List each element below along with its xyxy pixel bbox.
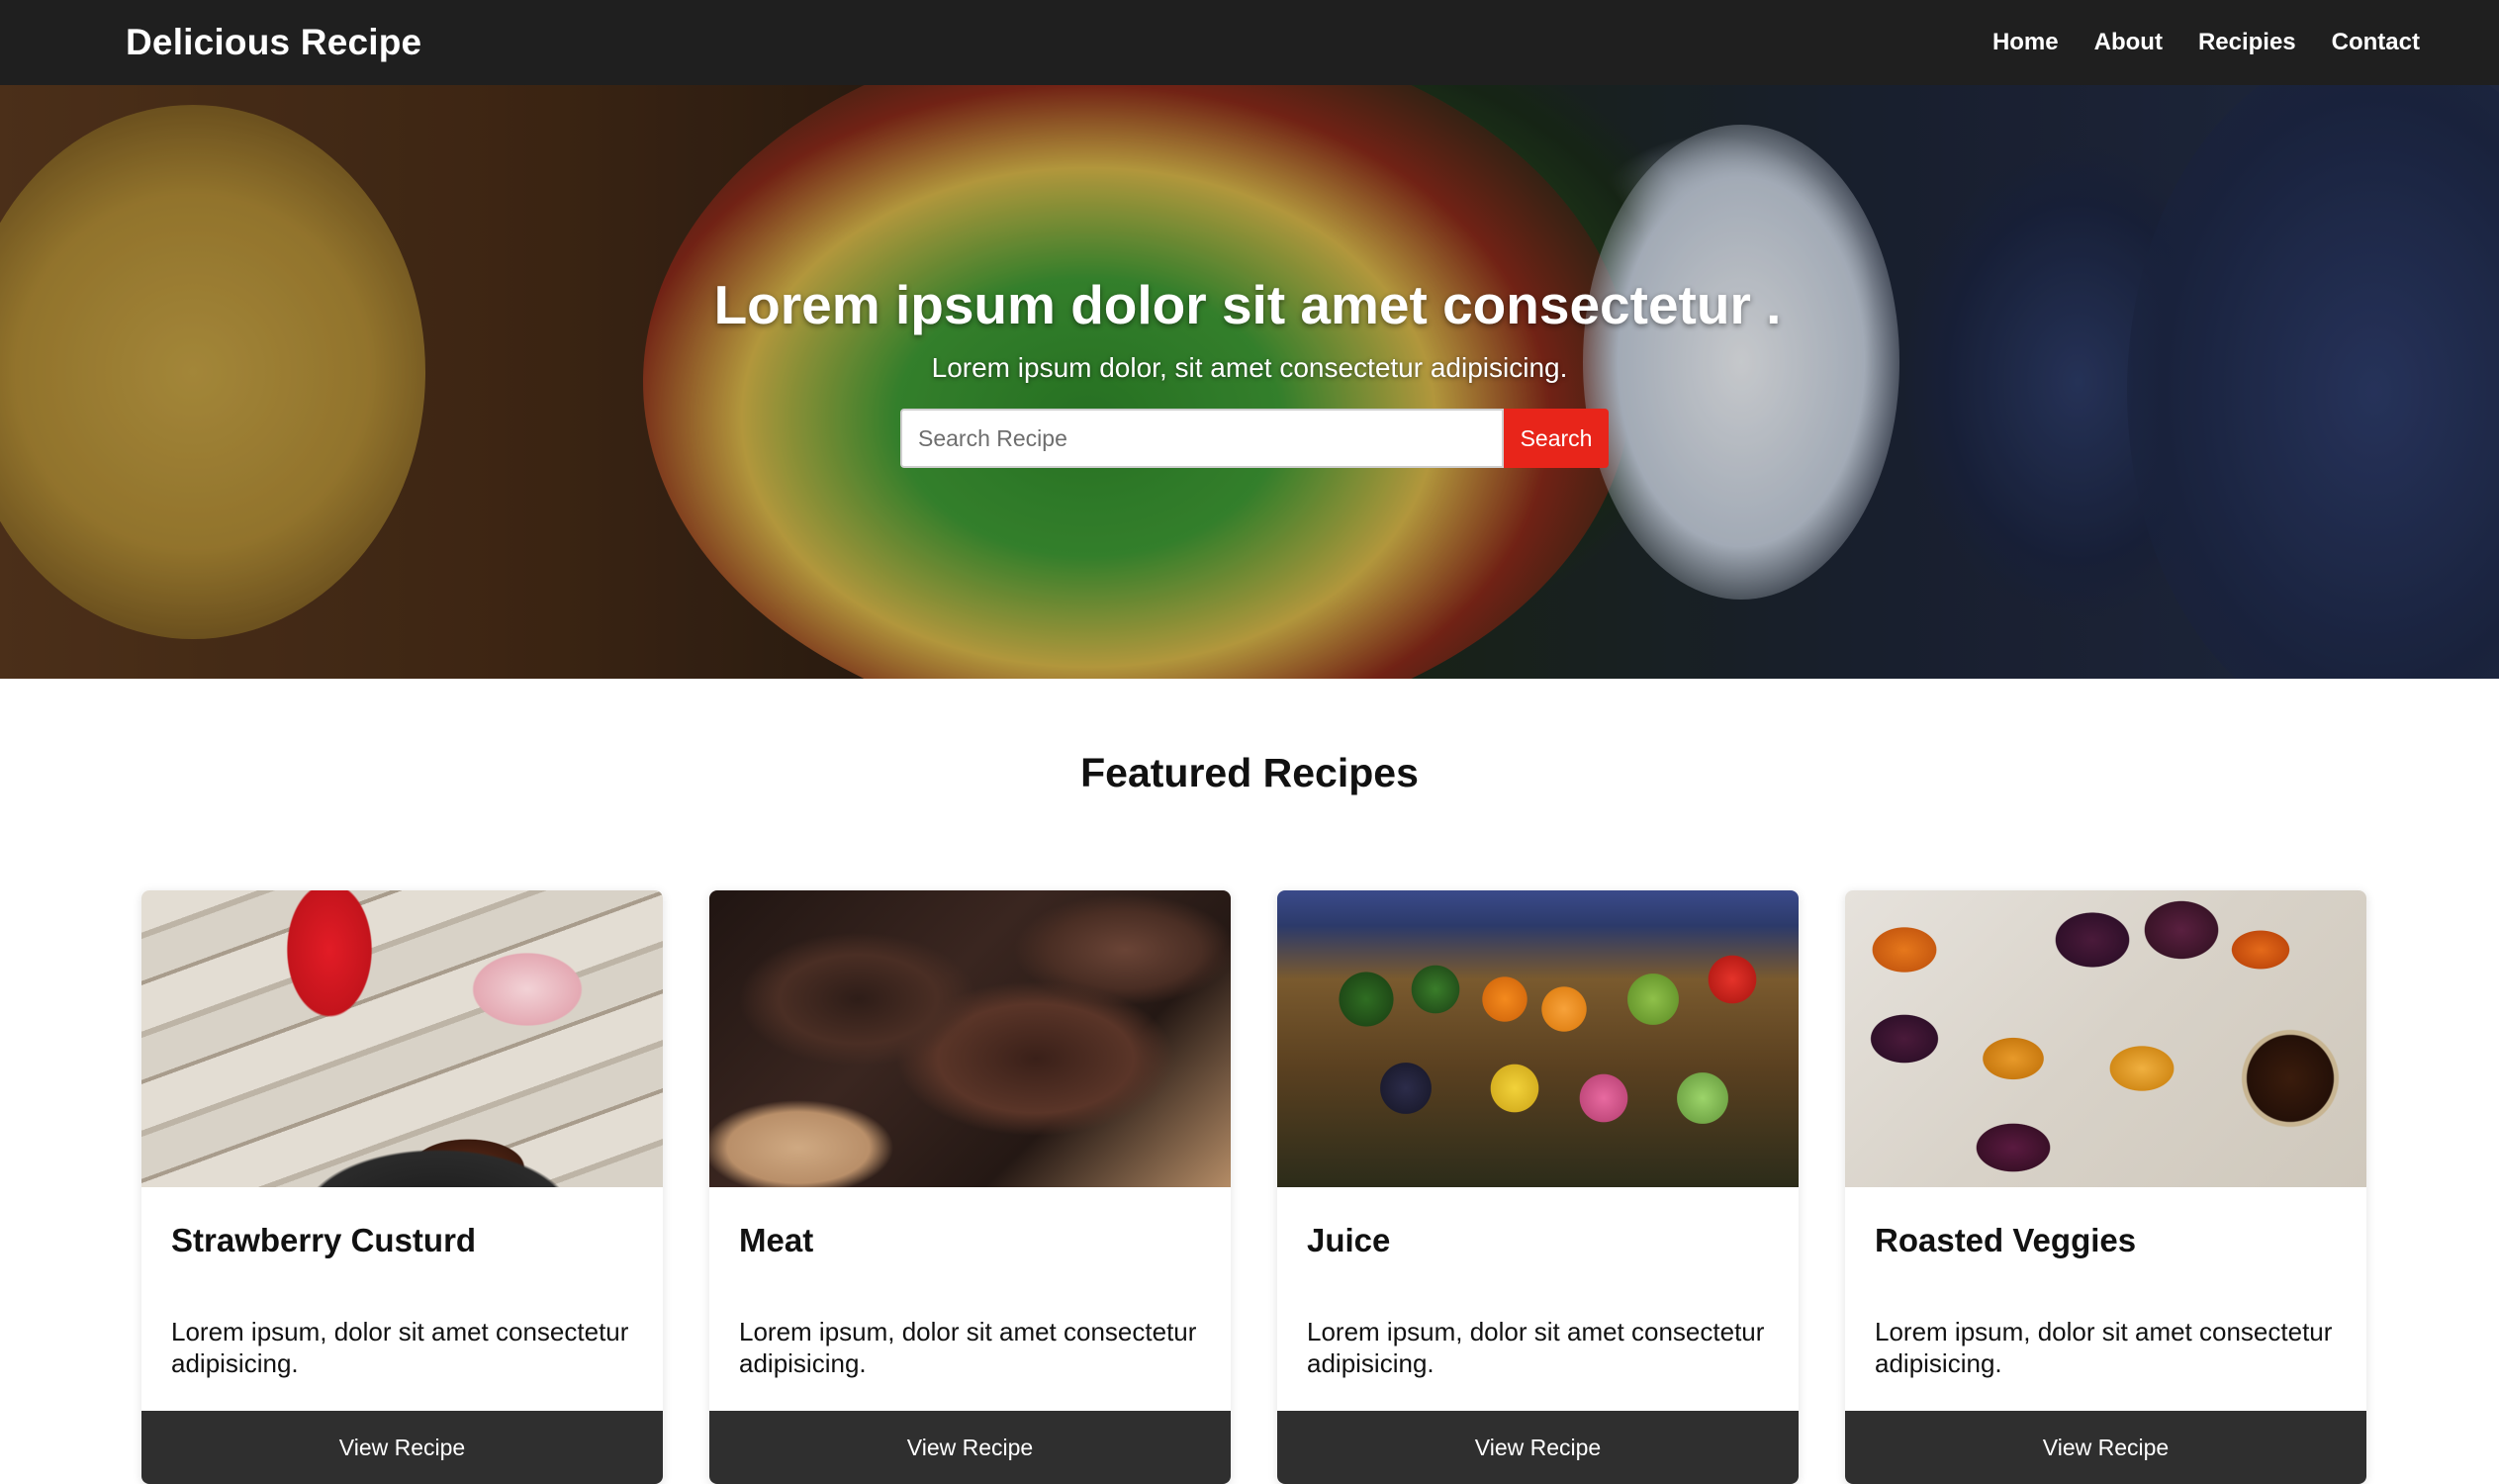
nav-about[interactable]: About [2094, 29, 2163, 56]
recipe-card: Strawberry Custurd Lorem ipsum, dolor si… [141, 890, 663, 1484]
recipe-card: Juice Lorem ipsum, dolor sit amet consec… [1277, 890, 1799, 1484]
recipe-cards: Strawberry Custurd Lorem ipsum, dolor si… [141, 890, 2366, 1484]
recipe-card-text: Lorem ipsum, dolor sit amet consectetur … [1875, 1317, 2333, 1378]
hero-content: Lorem ipsum dolor sit amet consectetur .… [0, 85, 2499, 679]
search-button[interactable]: Search [1504, 409, 1609, 468]
hero-banner: Lorem ipsum dolor sit amet consectetur .… [0, 85, 2499, 679]
fruit-market-image [1277, 890, 1799, 1187]
nav-links: Home About Recipies Contact [1992, 29, 2420, 56]
recipe-card-title: Juice [1307, 1222, 1391, 1258]
recipe-card-text: Lorem ipsum, dolor sit amet consectetur … [171, 1317, 629, 1378]
grilled-meat-image [709, 890, 1231, 1187]
hero-subtitle: Lorem ipsum dolor, sit amet consectetur … [931, 352, 1568, 383]
recipe-card: Roasted Veggies Lorem ipsum, dolor sit a… [1845, 890, 2366, 1484]
hero-title: Lorem ipsum dolor sit amet consectetur . [713, 274, 1782, 335]
view-recipe-button[interactable]: View Recipe [1845, 1411, 2366, 1484]
search-bar: Search [900, 409, 1609, 468]
nav-contact[interactable]: Contact [2332, 29, 2420, 56]
recipe-card-text: Lorem ipsum, dolor sit amet consectetur … [739, 1317, 1197, 1378]
featured-recipes-title: Featured Recipes [1080, 750, 1419, 795]
search-input[interactable] [900, 409, 1504, 468]
recipe-card: Meat Lorem ipsum, dolor sit amet consect… [709, 890, 1231, 1484]
recipe-card-text: Lorem ipsum, dolor sit amet consectetur … [1307, 1317, 1765, 1378]
navbar: Delicious Recipe Home About Recipies Con… [0, 0, 2499, 85]
recipe-card-title: Strawberry Custurd [171, 1222, 477, 1258]
view-recipe-button[interactable]: View Recipe [1277, 1411, 1799, 1484]
recipe-card-title: Roasted Veggies [1875, 1222, 2137, 1258]
nav-recipes[interactable]: Recipies [2198, 29, 2296, 56]
roasted-veggies-image [1845, 890, 2366, 1187]
nav-home[interactable]: Home [1992, 29, 2059, 56]
view-recipe-button[interactable]: View Recipe [709, 1411, 1231, 1484]
recipe-card-title: Meat [739, 1222, 814, 1258]
strawberry-custard-image [141, 890, 663, 1187]
brand-logo[interactable]: Delicious Recipe [126, 22, 421, 63]
view-recipe-button[interactable]: View Recipe [141, 1411, 663, 1484]
